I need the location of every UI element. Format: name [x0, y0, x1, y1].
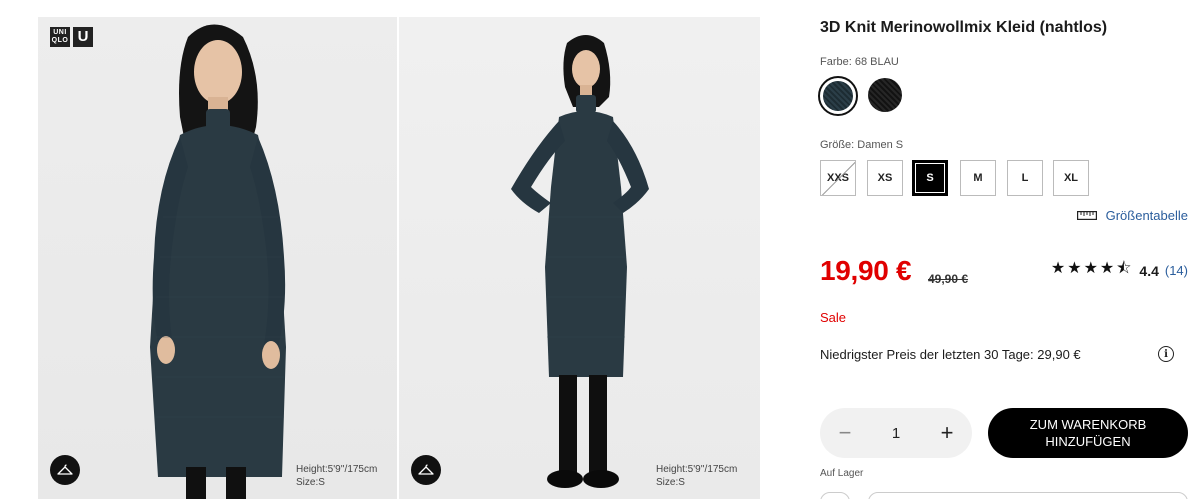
size-option-xs[interactable]: XS — [867, 160, 903, 196]
lowest-price-note: Niedrigster Preis der letzten 30 Tage: 2… — [820, 347, 1081, 362]
product-details-panel: 3D Knit Merinowollmix Kleid (nahtlos) Fa… — [818, 0, 1190, 499]
model-height: Height:5'9''/175cm — [656, 464, 738, 475]
size-option-xxs[interactable]: XXS — [820, 160, 856, 196]
size-option-s[interactable]: S — [912, 160, 948, 196]
color-swatch-schwarz[interactable] — [866, 76, 906, 116]
quantity-stepper: − 1 + — [820, 408, 972, 458]
info-icon[interactable]: i — [1158, 346, 1174, 362]
stock-status: Auf Lager — [820, 468, 864, 479]
size-chart-link[interactable]: Größentabelle — [1076, 208, 1188, 223]
store-search-peek[interactable] — [868, 492, 1188, 499]
model-info: Height:5'9''/175cm Size:S — [656, 463, 737, 489]
quantity-decrease-button[interactable]: − — [832, 420, 858, 446]
swatch-fill — [823, 81, 853, 111]
swatch-fill — [868, 78, 902, 112]
review-count-link[interactable]: (14) — [1165, 263, 1188, 278]
size-label: Größe: Damen S — [820, 139, 904, 151]
color-swatch-blau[interactable] — [818, 76, 858, 116]
hanger-icon — [418, 464, 434, 475]
model-photo-1 — [150, 24, 286, 499]
model-size: Size:S — [656, 477, 685, 488]
rating-score: 4.4 — [1139, 262, 1159, 279]
star-rating-icon: ★★★★⯪ — [1050, 260, 1134, 277]
product-image-1[interactable]: UNI QLO U Height:5'9''/175cm Size:S — [38, 17, 397, 499]
brand-logo: UNI QLO U — [50, 27, 93, 47]
u-logo-box: U — [73, 27, 93, 47]
size-chart-label: Größentabelle — [1105, 208, 1188, 223]
color-label: Farbe: 68 BLAU — [820, 56, 899, 68]
try-on-button[interactable] — [411, 455, 441, 485]
rating: ★★★★⯪ 4.4 (14) — [1051, 257, 1188, 284]
uniqlo-logo-box: UNI QLO — [50, 27, 70, 47]
size-option-m[interactable]: M — [960, 160, 996, 196]
size-option-l[interactable]: L — [1007, 160, 1043, 196]
model-photo-2 — [511, 35, 649, 488]
hanger-icon — [57, 464, 73, 475]
add-to-cart-label: ZUM WARENKORB HINZUFÜGEN — [1029, 417, 1147, 449]
model-height: Height:5'9''/175cm — [296, 464, 378, 475]
ruler-icon — [1076, 211, 1097, 220]
model-size: Size:S — [296, 477, 325, 488]
add-to-cart-button[interactable]: ZUM WARENKORB HINZUFÜGEN — [988, 408, 1188, 458]
sale-price: 19,90 € — [820, 255, 912, 286]
size-option-xl[interactable]: XL — [1053, 160, 1089, 196]
model-info: Height:5'9''/175cm Size:S — [296, 463, 377, 489]
store-availability-peek[interactable] — [820, 492, 850, 499]
product-image-2[interactable]: Height:5'9''/175cm Size:S — [399, 17, 760, 499]
sale-label: Sale — [820, 310, 847, 325]
product-title: 3D Knit Merinowollmix Kleid (nahtlos) — [820, 19, 1108, 36]
original-price: 49,90 € — [928, 272, 969, 286]
quantity-value[interactable]: 1 — [892, 425, 900, 442]
try-on-button[interactable] — [50, 455, 80, 485]
quantity-increase-button[interactable]: + — [934, 420, 960, 446]
